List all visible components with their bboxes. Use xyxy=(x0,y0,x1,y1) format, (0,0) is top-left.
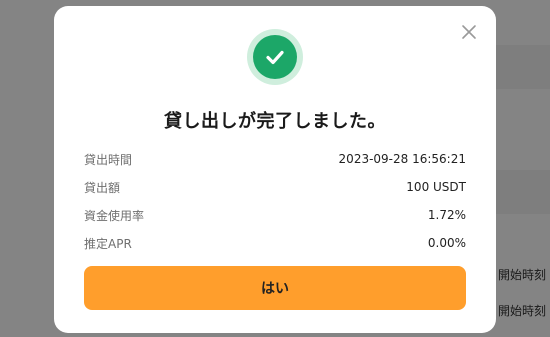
close-icon xyxy=(462,25,476,39)
detail-row-lending-amount: 貸出額 100 USDT xyxy=(84,173,466,201)
detail-value: 0.00% xyxy=(427,236,466,250)
detail-label: 資金使用率 xyxy=(84,208,145,223)
detail-row-utilization-rate: 資金使用率 1.72% xyxy=(84,201,466,229)
detail-label: 貸出時間 xyxy=(84,152,133,167)
detail-value: 1.72% xyxy=(427,208,466,222)
detail-value: 2023-09-28 16:56:21 xyxy=(338,152,466,166)
check-circle-icon xyxy=(247,29,303,85)
detail-row-estimated-apr: 推定APR 0.00% xyxy=(84,229,466,257)
dialog-title: 貸し出しが完了しました。 xyxy=(164,111,386,132)
detail-value: 100 USDT xyxy=(406,180,466,194)
detail-list: 貸出時間 2023-09-28 16:56:21 貸出額 100 USDT 資金… xyxy=(84,145,466,257)
lending-complete-dialog: 貸し出しが完了しました。 貸出時間 2023-09-28 16:56:21 貸出… xyxy=(54,6,496,333)
detail-row-lending-time: 貸出時間 2023-09-28 16:56:21 xyxy=(84,145,466,173)
detail-label: 貸出額 xyxy=(84,180,121,195)
close-button[interactable] xyxy=(460,23,478,41)
detail-label: 推定APR xyxy=(84,236,132,251)
confirm-button[interactable]: はい xyxy=(84,266,466,310)
